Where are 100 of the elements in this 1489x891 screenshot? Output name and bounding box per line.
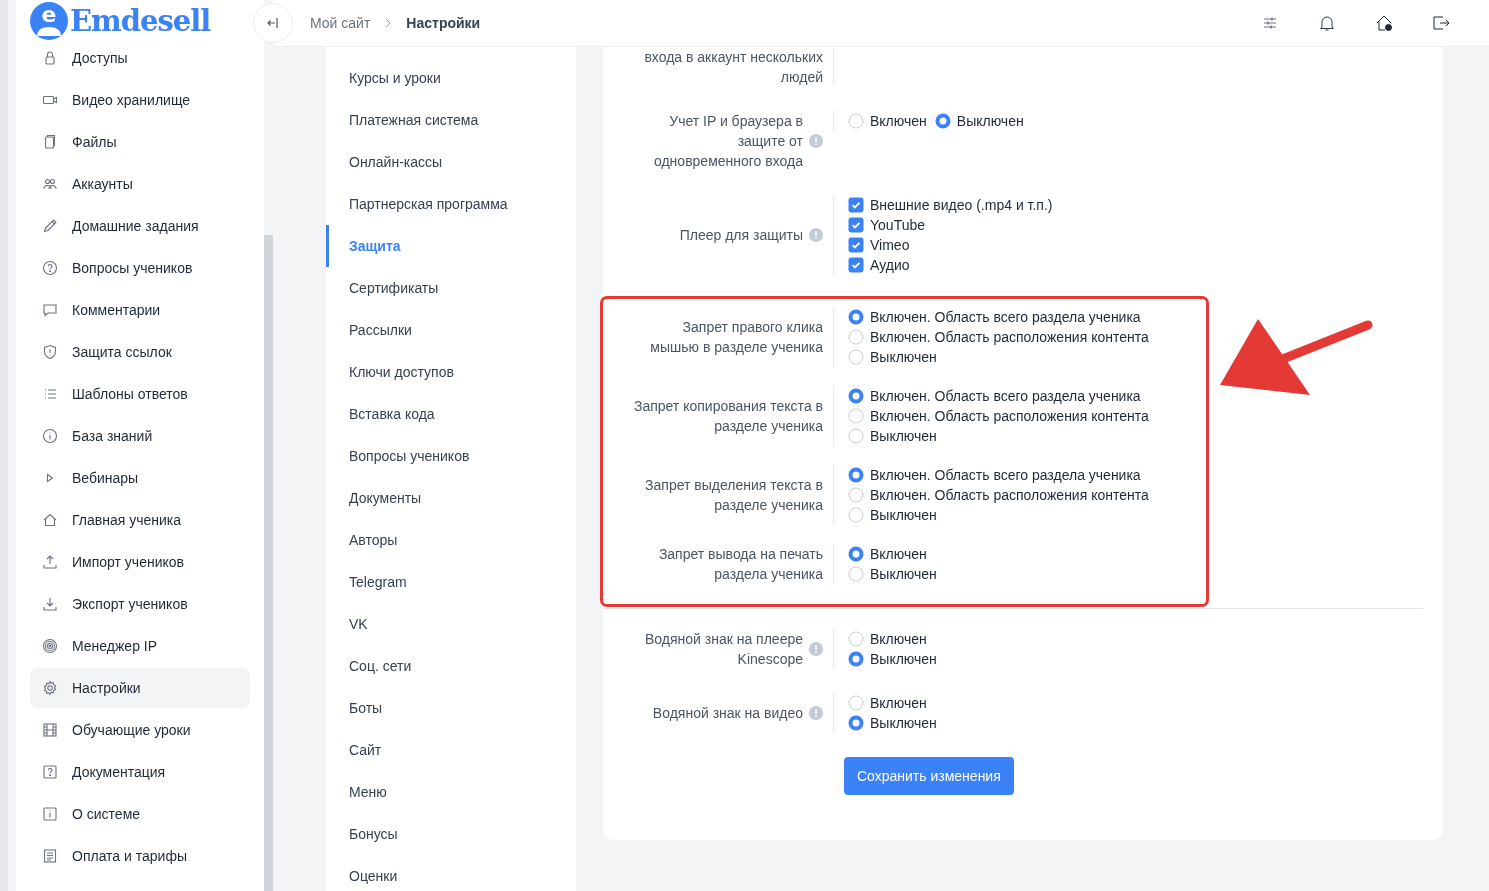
info-icon[interactable] bbox=[809, 134, 823, 148]
bell-icon[interactable] bbox=[1317, 13, 1337, 33]
settings-menu-item[interactable]: Документы bbox=[326, 477, 576, 519]
settings-menu-item[interactable]: Онлайн-кассы bbox=[326, 141, 576, 183]
setting-label: Водяной знак на видео bbox=[652, 704, 803, 723]
radio-selected[interactable] bbox=[848, 467, 864, 483]
settings-menu-item[interactable]: Платежная система bbox=[326, 99, 576, 141]
radio-button[interactable] bbox=[848, 566, 864, 582]
sidebar-item[interactable]: О системе bbox=[30, 794, 250, 834]
settings-menu-item[interactable]: Сертификаты bbox=[326, 267, 576, 309]
option-label: Аудио bbox=[870, 256, 910, 275]
settings-menu-item[interactable]: Меню bbox=[326, 771, 576, 813]
users-icon bbox=[42, 176, 58, 192]
option-label: Внешние видео (.mp4 и т.п.) bbox=[870, 196, 1053, 215]
radio-selected[interactable] bbox=[848, 715, 864, 731]
settings-menu-item[interactable]: Курсы и уроки bbox=[326, 57, 576, 99]
settings-menu-item[interactable]: Ключи доступов bbox=[326, 351, 576, 393]
sidebar-item[interactable]: Менеджер IP bbox=[30, 626, 250, 666]
setting-label: Запрет правого клика мышью в разделе ученика bbox=[649, 318, 823, 357]
radio-button[interactable] bbox=[848, 408, 864, 424]
radio-selected[interactable] bbox=[848, 546, 864, 562]
sidebar-item[interactable]: Домашние задания bbox=[30, 206, 250, 246]
option-label: Выключен bbox=[870, 427, 937, 446]
sidebar-item[interactable]: Аккаунты bbox=[30, 164, 250, 204]
collapse-button[interactable] bbox=[253, 3, 293, 43]
home-icon bbox=[42, 512, 58, 528]
settings-menu-item[interactable]: Telegram bbox=[326, 561, 576, 603]
upload-icon bbox=[42, 554, 58, 570]
chevron-icon bbox=[384, 17, 393, 29]
target-icon bbox=[42, 638, 58, 654]
scrollbar-thumb[interactable] bbox=[264, 235, 273, 891]
download-icon bbox=[42, 596, 58, 612]
setting-label: Запрет копирования текста в разделе ученика bbox=[632, 397, 823, 436]
radio-button[interactable] bbox=[848, 487, 864, 503]
breadcrumb[interactable]: Мой сайт bbox=[310, 15, 371, 31]
info-icon[interactable] bbox=[809, 642, 823, 656]
sidebar-item[interactable]: База знаний bbox=[30, 416, 250, 456]
sidebar-item[interactable]: Импорт учеников bbox=[30, 542, 250, 582]
sidebar-item[interactable]: Видео хранилище bbox=[30, 80, 250, 120]
sidebar-item[interactable]: Обучающие уроки bbox=[30, 710, 250, 750]
checkbox-checked[interactable] bbox=[848, 237, 864, 253]
radio-button[interactable] bbox=[848, 507, 864, 523]
radio-button[interactable] bbox=[848, 113, 864, 129]
settings-menu-item[interactable]: Соц. сети bbox=[326, 645, 576, 687]
settings-menu-item[interactable]: Вставка кода bbox=[326, 393, 576, 435]
sidebar-item[interactable]: Оплата и тарифы bbox=[30, 836, 250, 876]
info-icon bbox=[42, 806, 58, 822]
sidebar-item[interactable]: Защита ссылок bbox=[30, 332, 250, 372]
logout-icon[interactable] bbox=[1431, 13, 1451, 33]
radio-button[interactable] bbox=[848, 349, 864, 365]
option-label: Vimeo bbox=[870, 236, 910, 255]
option-label: Включен. Область расположения контента bbox=[870, 407, 1149, 426]
option-label: Включен. Область всего раздела ученика bbox=[870, 387, 1141, 406]
logo-text[interactable]: Emdesell bbox=[70, 3, 211, 38]
document-icon bbox=[42, 848, 58, 864]
radio-selected[interactable] bbox=[934, 113, 951, 129]
info-icon[interactable] bbox=[809, 228, 823, 242]
settings-menu-item[interactable]: Бонусы bbox=[326, 813, 576, 855]
option-label: Включен. Область расположения контента bbox=[870, 486, 1149, 505]
settings-menu-item[interactable]: Сайт bbox=[326, 729, 576, 771]
settings-menu-item[interactable]: Вопросы учеников bbox=[326, 435, 576, 477]
radio-button[interactable] bbox=[848, 631, 864, 647]
sidebar-item[interactable]: Главная ученика bbox=[30, 500, 250, 540]
sidebar-item[interactable]: Вопросы учеников bbox=[30, 248, 250, 288]
radio-selected[interactable] bbox=[848, 388, 864, 404]
home-icon[interactable] bbox=[1374, 13, 1394, 33]
sidebar-item[interactable]: Шаблоны ответов bbox=[30, 374, 250, 414]
settings-menu-item[interactable]: Оценки bbox=[326, 855, 576, 891]
sidebar-item[interactable]: Доступы bbox=[30, 38, 250, 78]
option-label: Включен bbox=[870, 545, 927, 564]
sidebar-item[interactable]: Вебинары bbox=[30, 458, 250, 498]
logo-icon[interactable]: e bbox=[30, 1, 68, 40]
settings-menu-item[interactable]: Рассылки bbox=[326, 309, 576, 351]
info-icon[interactable] bbox=[809, 706, 823, 720]
sidebar-item[interactable]: Комментарии bbox=[30, 290, 250, 330]
radio-button[interactable] bbox=[848, 329, 864, 345]
sidebar-item[interactable]: Настройки bbox=[30, 668, 250, 708]
sidebar-item[interactable]: Документация bbox=[30, 752, 250, 792]
option-label: Выключен bbox=[870, 565, 937, 584]
pencil-icon bbox=[42, 218, 58, 234]
option-label: Включен bbox=[870, 112, 927, 131]
radio-selected[interactable] bbox=[848, 651, 864, 667]
settings-menu-item[interactable]: VK bbox=[326, 603, 576, 645]
settings-menu-item[interactable]: Защита bbox=[326, 225, 576, 267]
setting-label: Плеер для защиты bbox=[679, 226, 803, 245]
collapse-icon bbox=[267, 17, 279, 29]
settings-menu-item[interactable]: Партнерская программа bbox=[326, 183, 576, 225]
settings-menu-item[interactable]: Авторы bbox=[326, 519, 576, 561]
sidebar-item[interactable]: Экспорт учеников bbox=[30, 584, 250, 624]
checkbox-checked[interactable] bbox=[848, 197, 864, 213]
setting-label: Водяной знак на плеере Kinescope bbox=[643, 630, 803, 669]
radio-selected[interactable] bbox=[848, 309, 864, 325]
option-label: Включен. Область всего раздела ученика bbox=[870, 466, 1141, 485]
radio-button[interactable] bbox=[848, 428, 864, 444]
settings-menu-item[interactable]: Боты bbox=[326, 687, 576, 729]
radio-button[interactable] bbox=[848, 695, 864, 711]
sidebar-item[interactable]: Файлы bbox=[30, 122, 250, 162]
save-button[interactable]: Сохранить изменения bbox=[844, 757, 1014, 795]
checkbox-checked[interactable] bbox=[848, 217, 864, 233]
checkbox-checked[interactable] bbox=[848, 257, 864, 273]
